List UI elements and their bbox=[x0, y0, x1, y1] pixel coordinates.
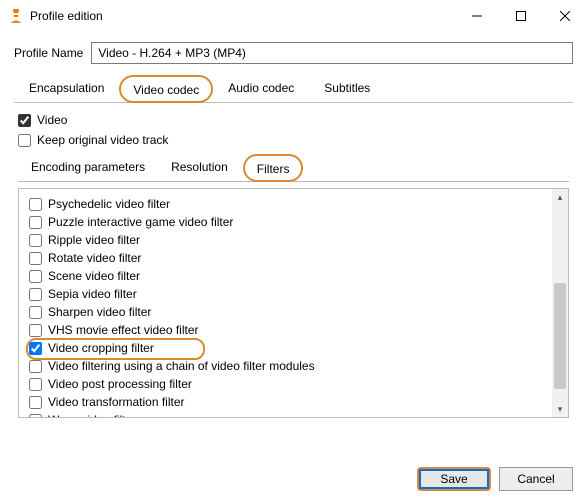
filter-item: Video post processing filter bbox=[29, 375, 542, 393]
scrollbar[interactable]: ▴ ▾ bbox=[552, 189, 568, 417]
filter-checkbox[interactable] bbox=[29, 396, 42, 409]
close-button[interactable] bbox=[543, 1, 587, 31]
sub-tabs: Encoding parameters Resolution Filters bbox=[18, 153, 569, 182]
filter-label: Psychedelic video filter bbox=[48, 197, 170, 211]
filter-label: Video post processing filter bbox=[48, 377, 192, 391]
filter-item: Video cropping filter bbox=[29, 339, 542, 357]
filter-item: Scene video filter bbox=[29, 267, 542, 285]
tab-encapsulation[interactable]: Encapsulation bbox=[14, 75, 119, 103]
keep-original-label: Keep original video track bbox=[37, 133, 168, 147]
scroll-track[interactable] bbox=[552, 205, 568, 401]
filter-checkbox[interactable] bbox=[29, 378, 42, 391]
scroll-thumb[interactable] bbox=[554, 283, 566, 389]
filter-label: Puzzle interactive game video filter bbox=[48, 215, 233, 229]
main-tabs: Encapsulation Video codec Audio codec Su… bbox=[14, 74, 573, 103]
filter-item: Puzzle interactive game video filter bbox=[29, 213, 542, 231]
tab-video-codec[interactable]: Video codec bbox=[133, 81, 199, 99]
filter-item: Rotate video filter bbox=[29, 249, 542, 267]
filter-item: Video filtering using a chain of video f… bbox=[29, 357, 542, 375]
filter-label: Wave video filter bbox=[48, 413, 136, 417]
save-button[interactable]: Save bbox=[417, 467, 491, 491]
subtab-filters-highlight: Filters bbox=[243, 154, 304, 182]
filter-checkbox[interactable] bbox=[29, 342, 42, 355]
filter-checkbox[interactable] bbox=[29, 234, 42, 247]
filter-label: Video cropping filter bbox=[48, 341, 154, 355]
filter-checkbox[interactable] bbox=[29, 198, 42, 211]
video-checkbox-label: Video bbox=[37, 113, 67, 127]
filter-label: Ripple video filter bbox=[48, 233, 140, 247]
cancel-button[interactable]: Cancel bbox=[499, 467, 573, 491]
subtab-resolution[interactable]: Resolution bbox=[158, 154, 241, 182]
filter-checkbox[interactable] bbox=[29, 288, 42, 301]
scroll-up-button[interactable]: ▴ bbox=[552, 189, 568, 205]
keep-original-checkbox[interactable] bbox=[18, 134, 31, 147]
filter-label: Video filtering using a chain of video f… bbox=[48, 359, 315, 373]
app-icon bbox=[8, 8, 24, 24]
profile-name-label: Profile Name bbox=[14, 46, 83, 60]
filter-label: VHS movie effect video filter bbox=[48, 323, 199, 337]
filter-checkbox[interactable] bbox=[29, 324, 42, 337]
minimize-button[interactable] bbox=[455, 1, 499, 31]
scroll-down-button[interactable]: ▾ bbox=[552, 401, 568, 417]
filter-label: Sepia video filter bbox=[48, 287, 137, 301]
filter-checkbox[interactable] bbox=[29, 306, 42, 319]
filter-checkbox[interactable] bbox=[29, 252, 42, 265]
video-checkbox[interactable] bbox=[18, 114, 31, 127]
filter-item: Video transformation filter bbox=[29, 393, 542, 411]
profile-name-input[interactable] bbox=[91, 42, 573, 64]
titlebar: Profile edition bbox=[0, 0, 587, 32]
subtab-filters[interactable]: Filters bbox=[257, 160, 290, 178]
filter-item: Sharpen video filter bbox=[29, 303, 542, 321]
filter-label: Scene video filter bbox=[48, 269, 140, 283]
window-title: Profile edition bbox=[30, 9, 455, 23]
filter-item: Psychedelic video filter bbox=[29, 195, 542, 213]
filter-label: Sharpen video filter bbox=[48, 305, 151, 319]
filter-label: Rotate video filter bbox=[48, 251, 141, 265]
filter-checkbox[interactable] bbox=[29, 360, 42, 373]
filter-checkbox[interactable] bbox=[29, 270, 42, 283]
filter-item: VHS movie effect video filter bbox=[29, 321, 542, 339]
filter-checkbox[interactable] bbox=[29, 414, 42, 418]
filter-listbox: Psychedelic video filter Puzzle interacti… bbox=[18, 188, 569, 418]
filter-item: Ripple video filter bbox=[29, 231, 542, 249]
tab-video-codec-highlight: Video codec bbox=[119, 75, 213, 103]
tab-audio-codec[interactable]: Audio codec bbox=[213, 75, 309, 103]
filter-checkbox[interactable] bbox=[29, 216, 42, 229]
filter-item: Wave video filter bbox=[29, 411, 542, 417]
maximize-button[interactable] bbox=[499, 1, 543, 31]
subtab-encoding[interactable]: Encoding parameters bbox=[18, 154, 158, 182]
filter-item: Sepia video filter bbox=[29, 285, 542, 303]
filter-label: Video transformation filter bbox=[48, 395, 185, 409]
save-button-label: Save bbox=[419, 469, 489, 489]
tab-subtitles[interactable]: Subtitles bbox=[309, 75, 385, 103]
